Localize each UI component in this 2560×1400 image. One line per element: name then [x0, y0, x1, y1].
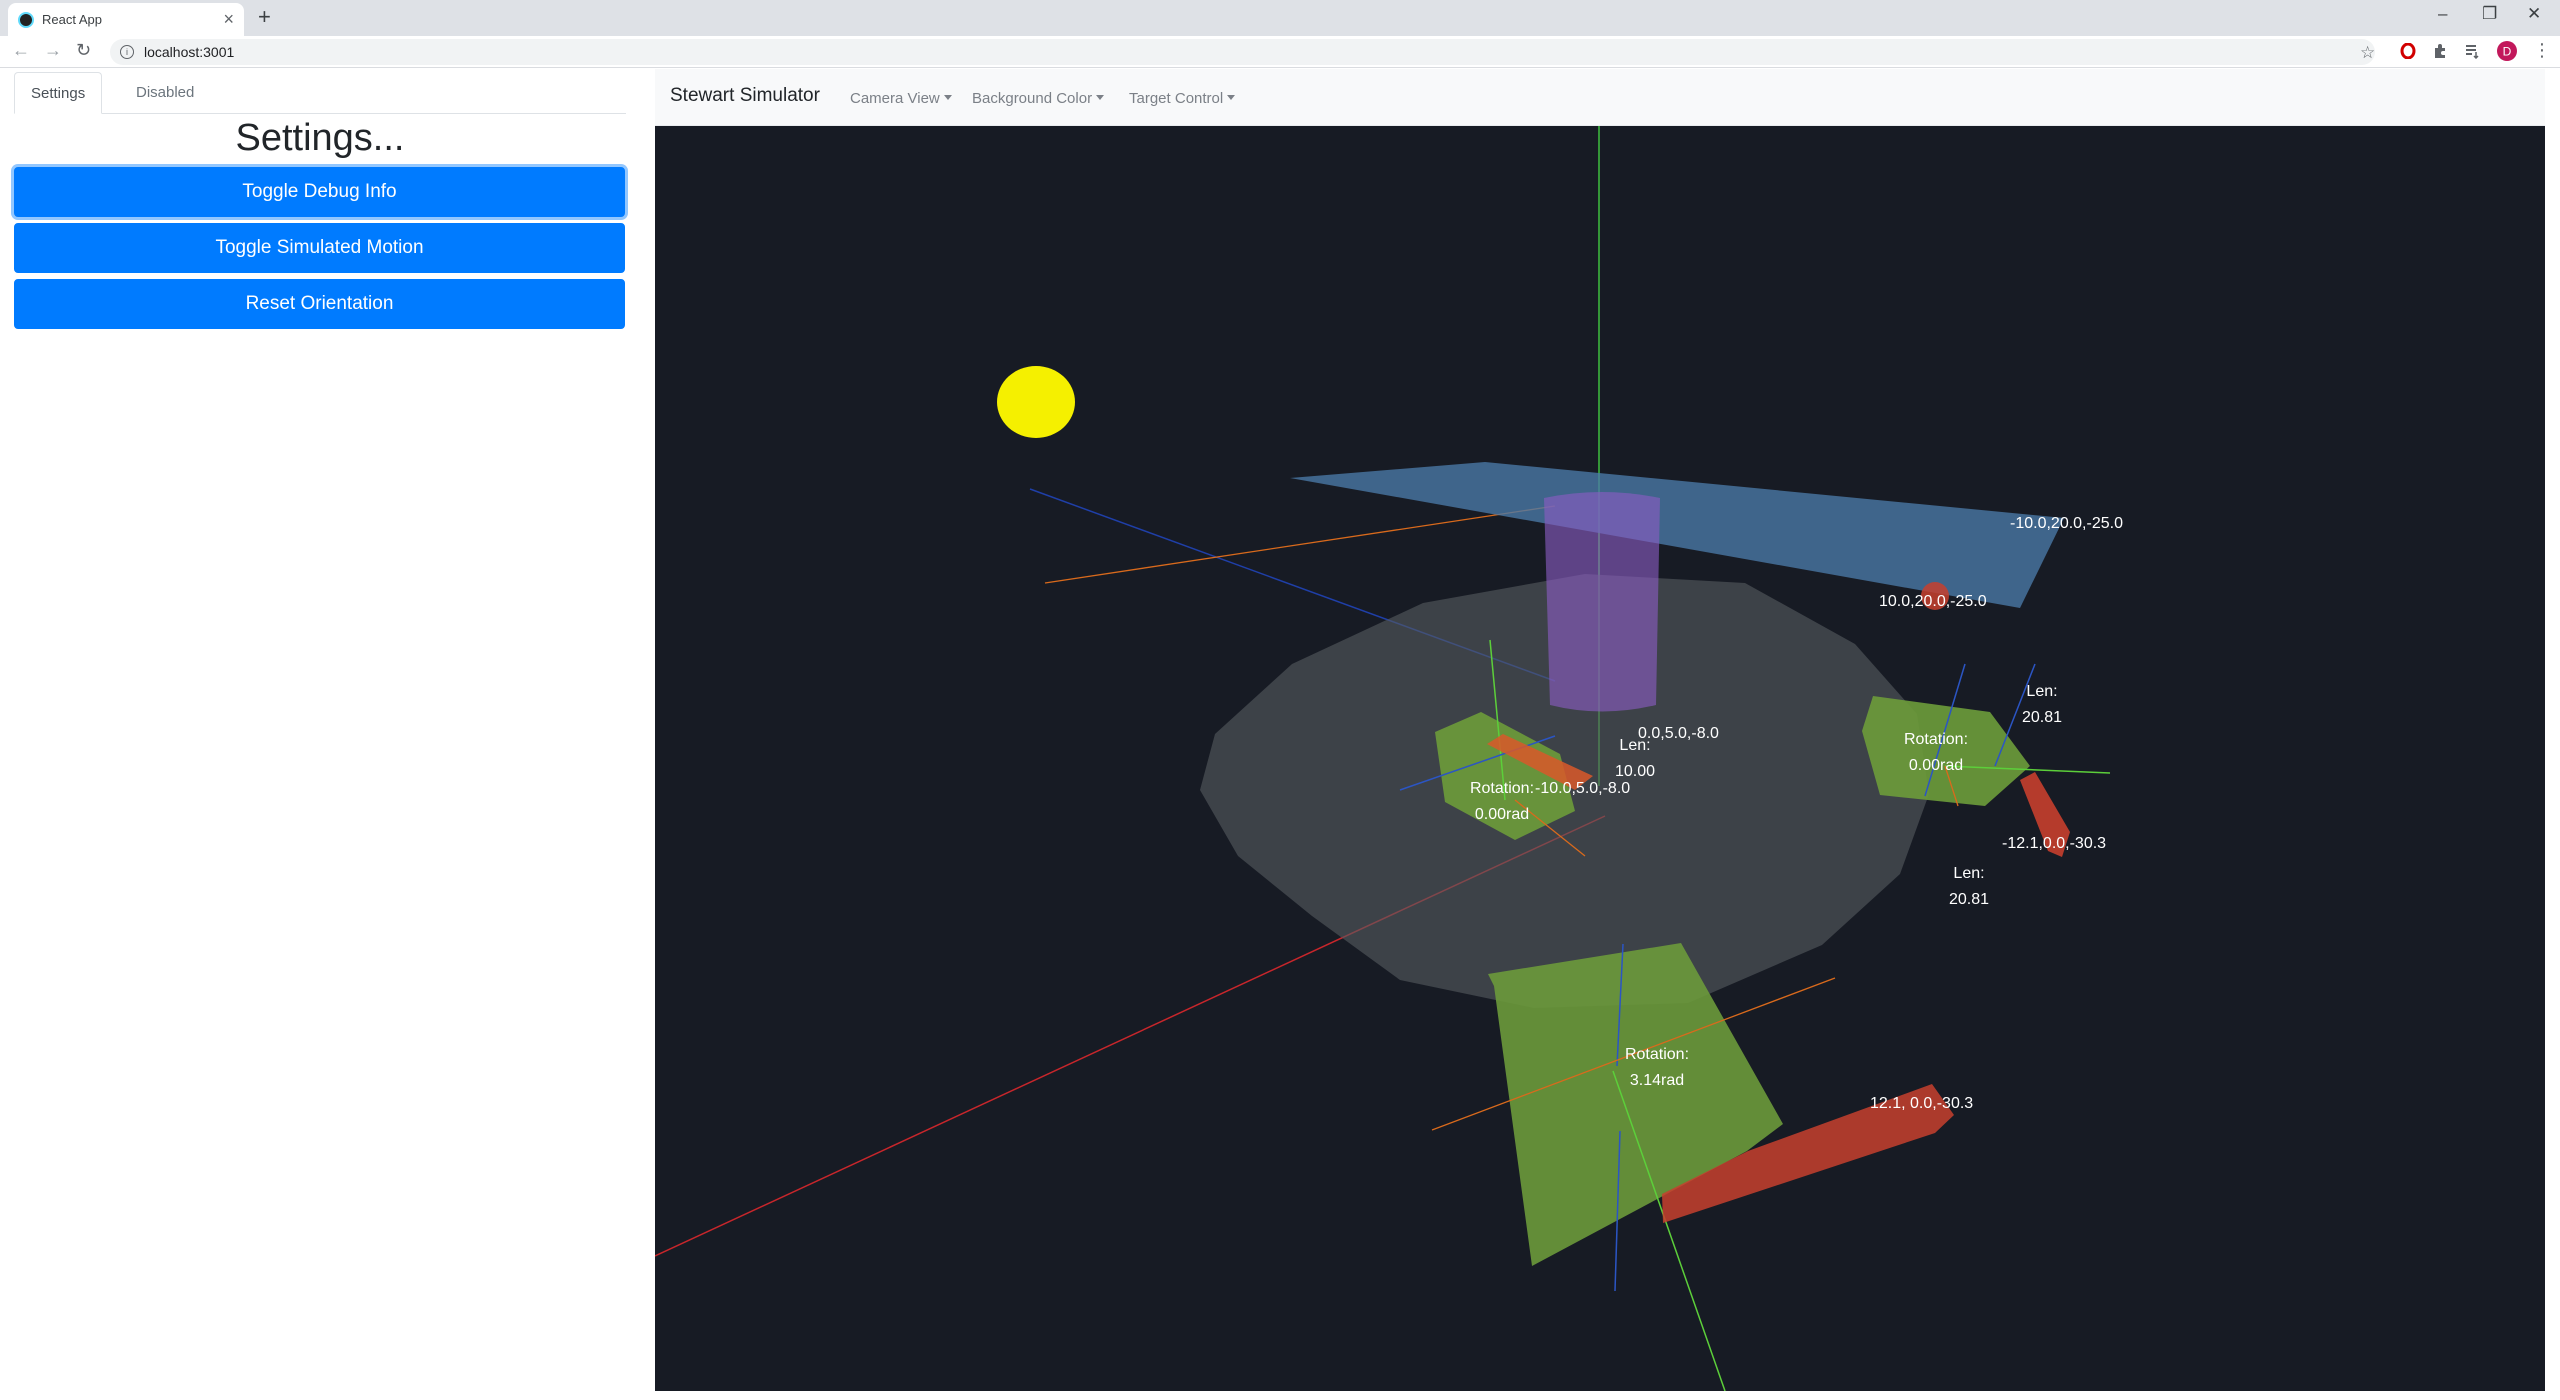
length-mid-label: Len: 20.81 — [1929, 861, 2009, 913]
simulator-brand[interactable]: Stewart Simulator — [670, 85, 820, 107]
forward-button[interactable]: → — [44, 40, 62, 61]
browser-tab[interactable]: React App × — [8, 3, 244, 36]
settings-panel: Settings Disabled Settings... Toggle Deb… — [0, 69, 655, 1400]
light-sphere — [997, 366, 1075, 438]
close-window-button[interactable]: ✕ — [2527, 4, 2541, 24]
toggle-debug-info-button[interactable]: Toggle Debug Info — [14, 167, 625, 217]
length-mid-title: Len: — [1953, 865, 1985, 882]
rotation-bottom-title: Rotation: — [1624, 1046, 1690, 1063]
platform-left-coord: -10.0,20.0,-25.0 — [2010, 515, 2123, 532]
center-cylinder — [1544, 492, 1660, 712]
browser-toolbar: ← → ↻ i localhost:3001 ☆ D ⋮ — [0, 36, 2560, 68]
restore-window-button[interactable]: ❐ — [2482, 4, 2497, 24]
rotation-right-value: 0.00rad — [1908, 757, 1964, 774]
simulator-view: Stewart Simulator Camera View Background… — [655, 69, 2545, 1391]
center-bottom-coord: -10.0,5.0,-8.0 — [1535, 780, 1631, 797]
reset-orientation-button[interactable]: Reset Orientation — [14, 279, 625, 329]
background-color-dropdown[interactable]: Background Color — [972, 90, 1105, 107]
servo-bottom — [1488, 943, 1783, 1266]
3d-canvas[interactable]: -10.0,20.0,-25.0 10.0,20.0,-25.0 0.0,5.0… — [655, 126, 2545, 1391]
center-length-title: Len: — [1619, 737, 1651, 754]
tab-disabled[interactable]: Disabled — [120, 72, 210, 114]
url-text: localhost:3001 — [144, 44, 235, 60]
length-mid-value: 20.81 — [1948, 891, 1990, 908]
minimize-window-button[interactable]: – — [2438, 4, 2447, 24]
rotation-bottom-label: Rotation: 3.14rad — [1617, 1042, 1697, 1094]
rotation-left-label: Rotation: 0.00rad — [1462, 776, 1542, 828]
browser-tabstrip: React App × + – ❐ ✕ — [0, 0, 2560, 36]
bookmark-star-icon[interactable]: ☆ — [2360, 43, 2375, 63]
react-favicon-icon — [18, 11, 34, 28]
camera-view-dropdown[interactable]: Camera View — [850, 90, 952, 107]
caret-down-icon — [943, 95, 952, 100]
back-button[interactable]: ← — [12, 40, 30, 61]
reading-list-icon[interactable] — [2464, 43, 2480, 63]
caret-down-icon — [1227, 95, 1236, 100]
settings-tabs: Settings Disabled — [14, 72, 626, 114]
reload-button[interactable]: ↻ — [76, 40, 91, 61]
rotation-left-title: Rotation: — [1469, 780, 1535, 797]
profile-avatar[interactable]: D — [2496, 40, 2518, 66]
camera-view-label: Camera View — [850, 90, 940, 107]
platform-right-coord: 10.0,20.0,-25.0 — [1879, 593, 1987, 610]
new-tab-button[interactable]: + — [258, 4, 271, 30]
site-info-icon[interactable]: i — [120, 45, 134, 59]
rotation-bottom-value: 3.14rad — [1629, 1072, 1685, 1089]
length-right-value: 20.81 — [2021, 709, 2063, 726]
platform-x-axis — [1044, 505, 1556, 584]
opera-extension-icon[interactable] — [2400, 42, 2416, 63]
browser-tab-title: React App — [42, 12, 102, 27]
browser-menu-icon[interactable]: ⋮ — [2533, 40, 2551, 61]
rotation-left-value: 0.00rad — [1474, 806, 1530, 823]
tab-settings[interactable]: Settings — [14, 72, 103, 114]
rotation-right-label: Rotation: 0.00rad — [1896, 727, 1976, 779]
target-control-label: Target Control — [1129, 90, 1224, 107]
close-tab-icon[interactable]: × — [223, 9, 234, 30]
length-right-label: Len: 20.81 — [2002, 679, 2082, 731]
right-anchor-coord: -12.1,0.0,-30.3 — [2002, 835, 2107, 852]
toggle-simulated-motion-button[interactable]: Toggle Simulated Motion — [14, 223, 625, 273]
page-title: Settings... — [235, 117, 405, 159]
length-right-title: Len: — [2026, 683, 2058, 700]
extensions-puzzle-icon[interactable] — [2432, 43, 2448, 63]
simulator-navbar: Stewart Simulator Camera View Background… — [655, 69, 2545, 126]
bottom-anchor-coord: 12.1, 0.0,-30.3 — [1870, 1095, 1974, 1112]
caret-down-icon — [1096, 95, 1105, 100]
target-control-dropdown[interactable]: Target Control — [1129, 90, 1236, 107]
profile-initial: D — [2503, 45, 2512, 59]
rotation-right-title: Rotation: — [1903, 731, 1969, 748]
address-bar[interactable]: i localhost:3001 — [110, 39, 2375, 65]
background-color-label: Background Color — [972, 90, 1093, 107]
